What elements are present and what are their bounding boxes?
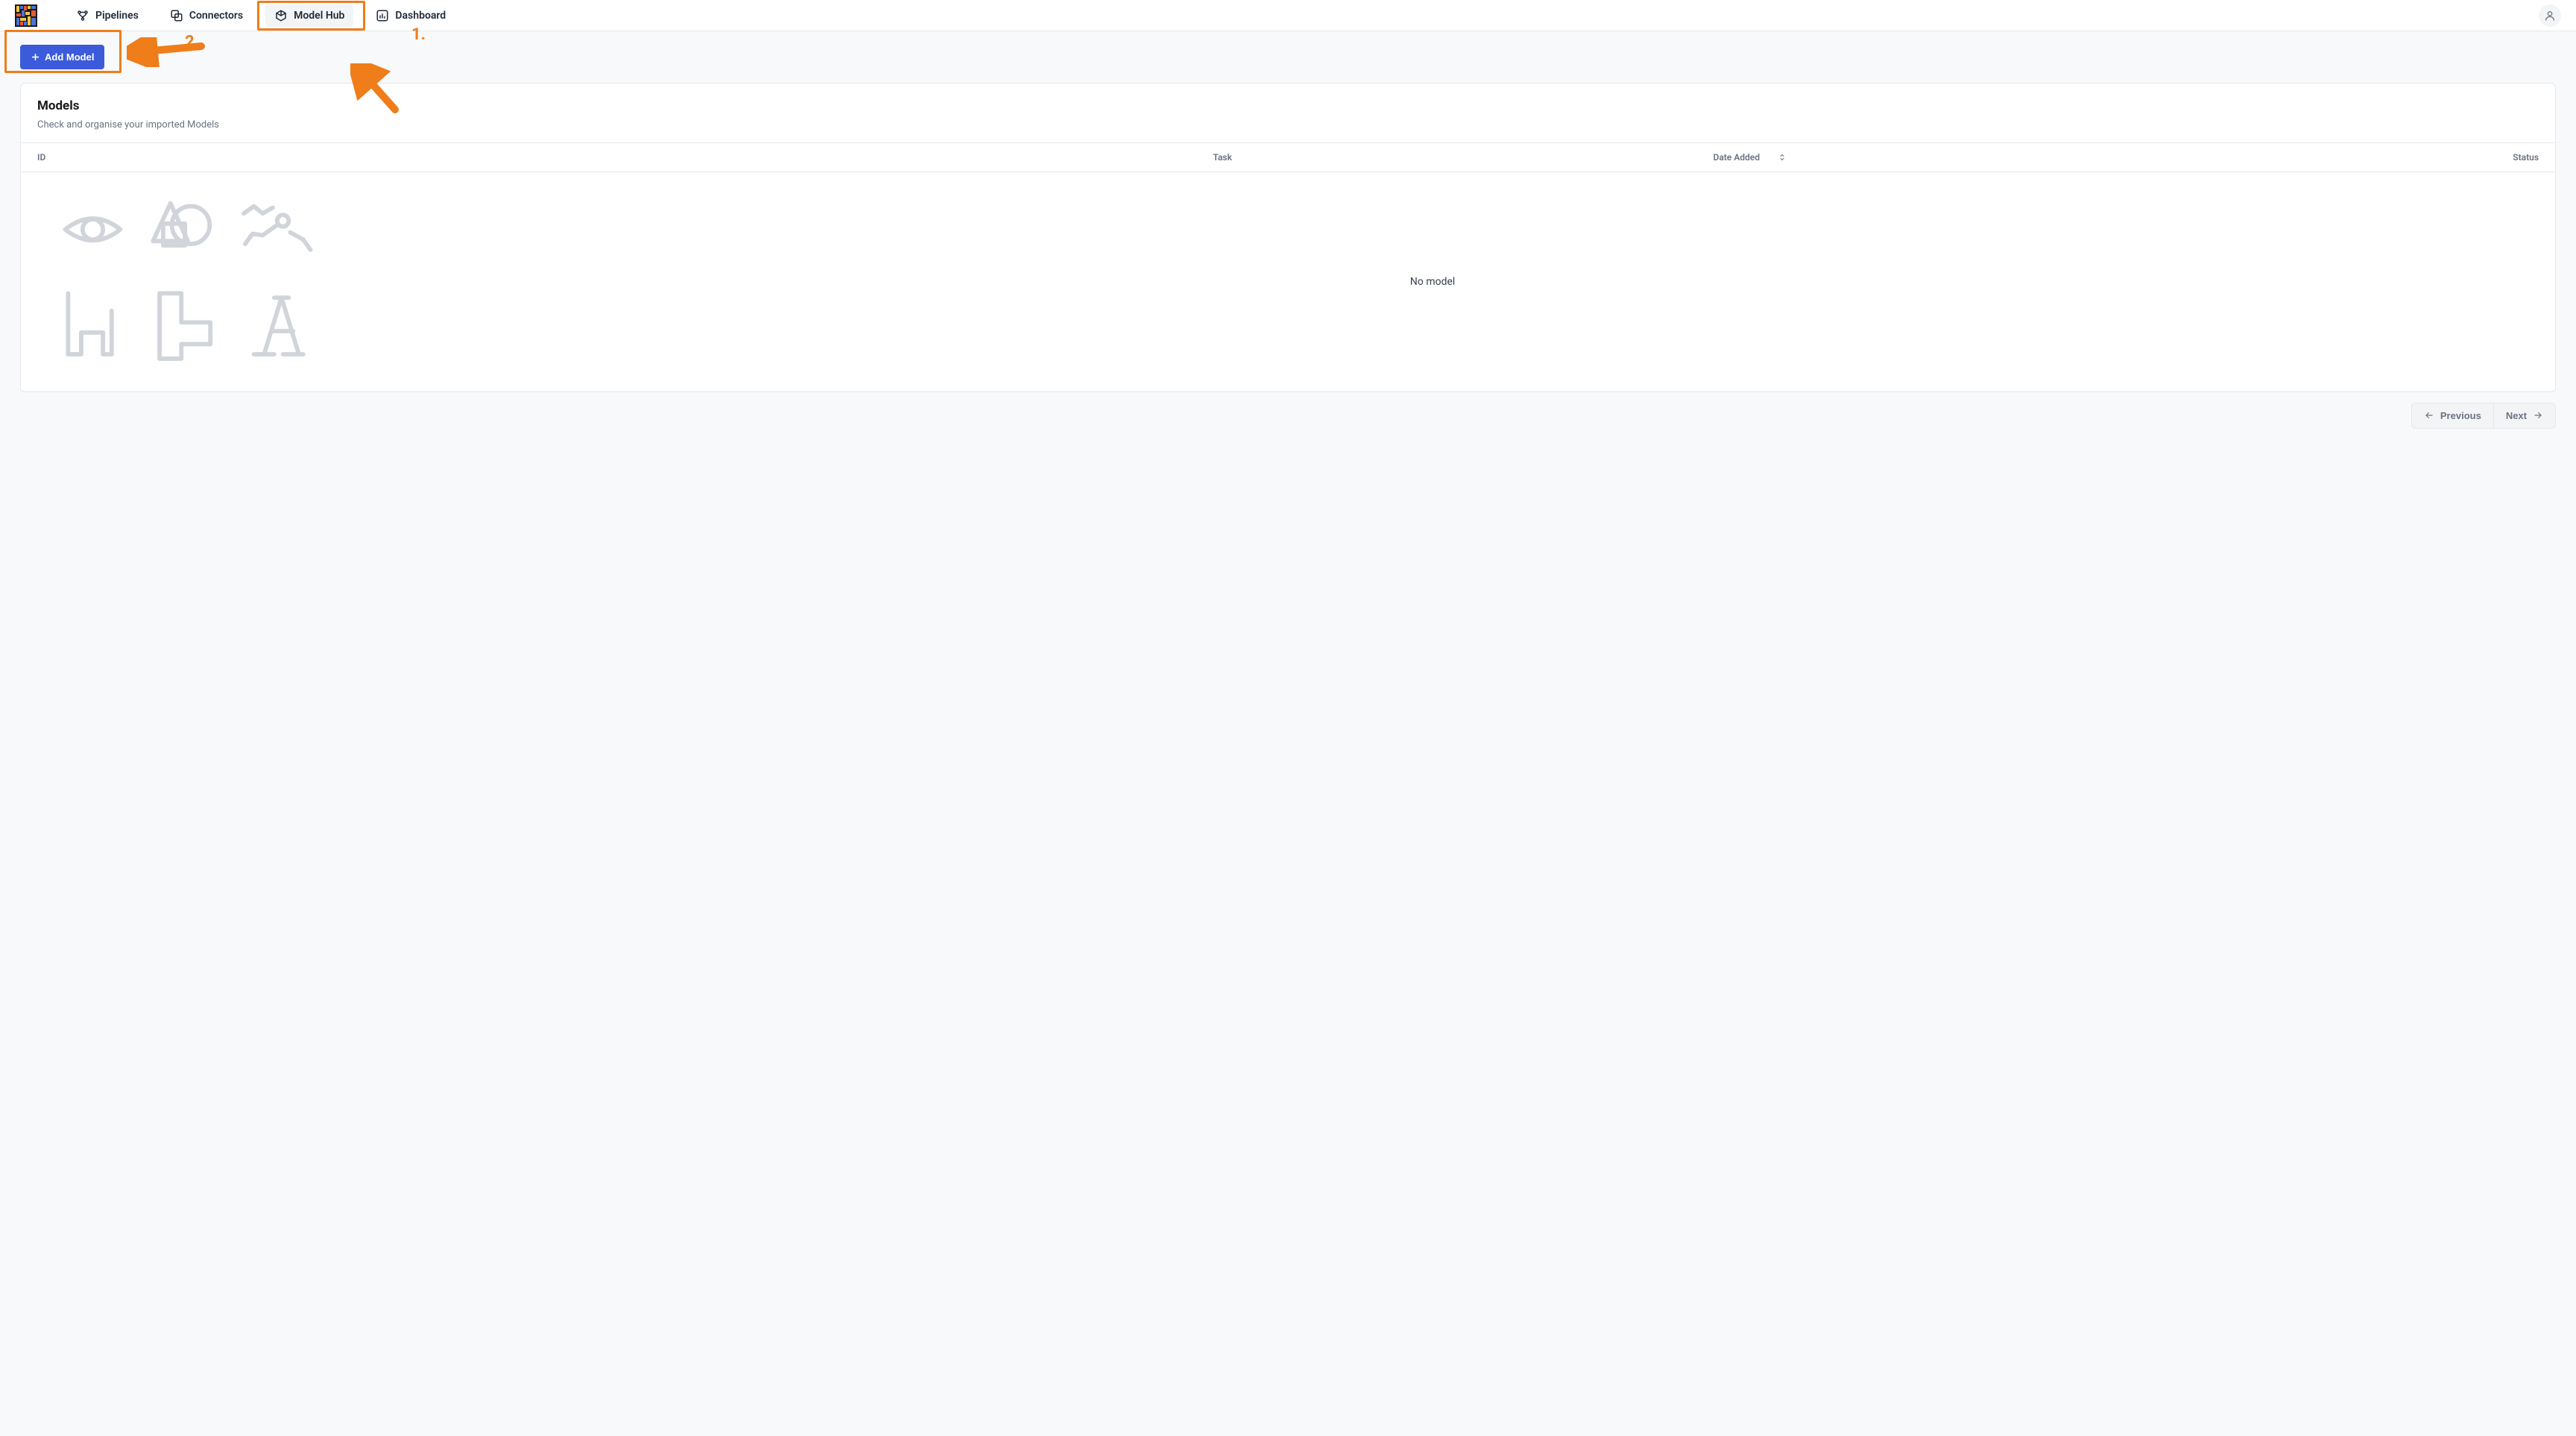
arrow-right-icon	[2533, 410, 2543, 421]
nav-label: Connectors	[189, 10, 243, 22]
empty-state: No model	[21, 172, 2555, 391]
column-task: Task	[1213, 152, 1713, 163]
model-hub-icon	[274, 9, 288, 22]
nav-item-model-hub[interactable]: Model Hub	[265, 4, 353, 27]
add-model-button[interactable]: Add Model	[20, 45, 104, 69]
nav-item-dashboard[interactable]: Dashboard	[367, 4, 455, 27]
nav-label: Model Hub	[294, 10, 344, 22]
main-content: Models Check and organise your imported …	[0, 83, 2576, 449]
app-logo[interactable]	[15, 4, 37, 27]
panel-title: Models	[37, 98, 2539, 113]
sort-icon	[1778, 153, 1787, 162]
arrow-left-icon	[2424, 410, 2434, 421]
plus-icon	[31, 52, 40, 62]
previous-button[interactable]: Previous	[2411, 403, 2493, 429]
column-date-added[interactable]: Date Added	[1714, 152, 2264, 163]
column-date-label: Date Added	[1714, 152, 1760, 163]
dashboard-icon	[376, 9, 389, 22]
next-button[interactable]: Next	[2493, 403, 2556, 429]
panel-subtitle: Check and organise your imported Models	[37, 119, 2539, 130]
column-status: Status	[2264, 152, 2539, 163]
models-panel: Models Check and organise your imported …	[20, 83, 2556, 392]
user-icon	[2544, 10, 2556, 22]
next-label: Next	[2506, 410, 2527, 421]
nav-label: Dashboard	[395, 10, 446, 22]
annotation-label-2: 2.	[185, 33, 199, 51]
top-navigation: Pipelines Connectors Model Hub Dashboard	[0, 0, 2576, 31]
annotation-arrow-2	[127, 37, 209, 67]
empty-state-illustration	[51, 195, 326, 369]
connectors-icon	[170, 9, 183, 22]
add-model-label: Add Model	[45, 51, 94, 63]
column-id: ID	[37, 152, 1213, 163]
action-bar: Add Model 1. 2.	[0, 31, 2576, 83]
nav-item-connectors[interactable]: Connectors	[161, 4, 252, 27]
pipelines-icon	[76, 9, 89, 22]
empty-state-text: No model	[1410, 276, 1455, 288]
pagination: Previous Next	[20, 403, 2556, 429]
table-header: ID Task Date Added Status	[21, 142, 2555, 172]
nav-label: Pipelines	[95, 10, 139, 22]
nav-item-pipelines[interactable]: Pipelines	[67, 4, 148, 27]
previous-label: Previous	[2440, 410, 2481, 421]
user-avatar[interactable]	[2539, 4, 2561, 27]
nav-list: Pipelines Connectors Model Hub Dashboard	[67, 4, 455, 27]
